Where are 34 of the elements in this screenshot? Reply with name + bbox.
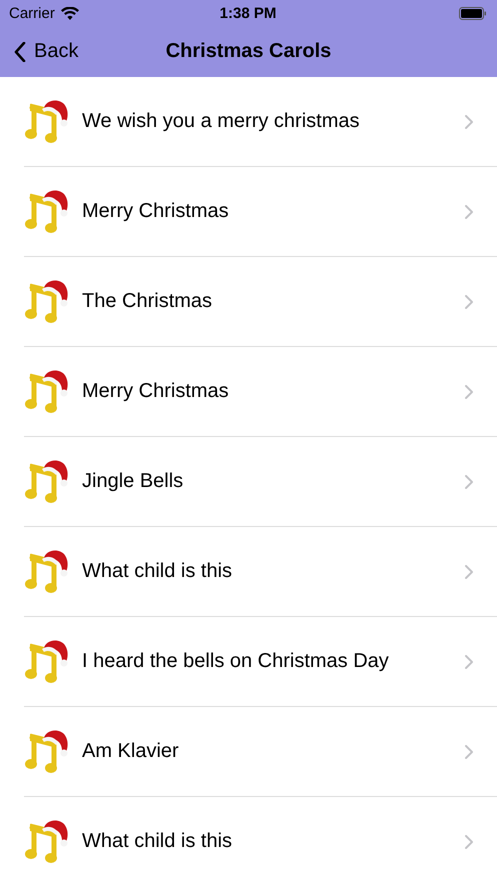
song-title: Merry Christmas xyxy=(82,200,230,223)
carrier-label: Carrier xyxy=(9,4,55,22)
song-row[interactable]: Merry Christmas xyxy=(24,167,497,257)
song-title: Jingle Bells xyxy=(82,470,184,493)
chevron-right-icon xyxy=(465,384,473,398)
battery-icon xyxy=(458,6,487,20)
chevron-left-icon xyxy=(14,42,26,62)
song-row[interactable]: Am Klavier xyxy=(24,707,497,797)
back-button[interactable]: Back xyxy=(0,40,78,63)
song-row[interactable]: Merry Christmas xyxy=(24,347,497,437)
song-title: Am Klavier xyxy=(82,740,180,763)
song-title: Merry Christmas xyxy=(82,380,230,403)
song-row[interactable]: The Christmas xyxy=(24,257,497,347)
song-row[interactable]: Jingle Bells xyxy=(24,437,497,527)
song-title: We wish you a merry christmas xyxy=(82,110,360,133)
song-row[interactable]: What child is this xyxy=(24,527,497,617)
song-row[interactable]: We wish you a merry christmas xyxy=(24,77,497,167)
song-row[interactable]: What child is this xyxy=(24,797,497,883)
song-title: I heard the bells on Christmas Day xyxy=(82,650,390,673)
chevron-right-icon xyxy=(465,474,473,488)
chevron-right-icon xyxy=(465,654,473,668)
chevron-right-icon xyxy=(465,834,473,848)
clock-time: 1:38 PM xyxy=(220,4,276,22)
chevron-right-icon xyxy=(465,114,473,128)
chevron-right-icon xyxy=(465,564,473,578)
song-title: What child is this xyxy=(82,560,234,583)
wifi-icon xyxy=(60,6,79,20)
chevron-right-icon xyxy=(465,204,473,218)
song-title: The Christmas xyxy=(82,290,214,313)
song-row[interactable]: I heard the bells on Christmas Day xyxy=(24,617,497,707)
song-title: What child is this xyxy=(82,830,234,853)
screen-title: Christmas Carols xyxy=(166,40,332,63)
chevron-right-icon xyxy=(465,294,473,308)
chevron-right-icon xyxy=(465,744,473,758)
